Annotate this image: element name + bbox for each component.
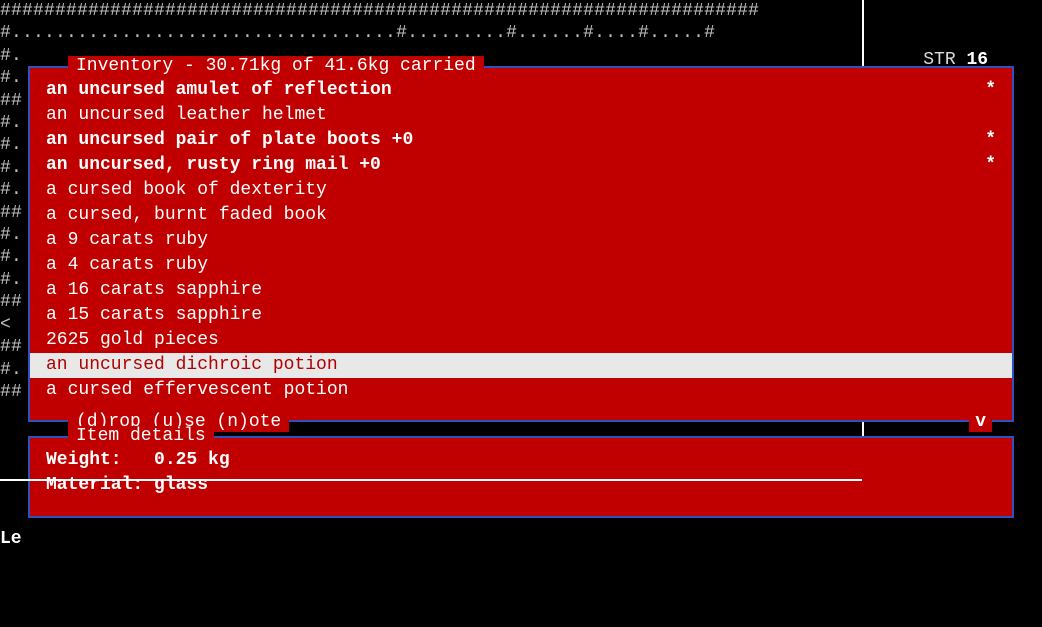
inventory-item[interactable]: an uncursed dichroic potion: [30, 353, 1012, 378]
inventory-item-label: an uncursed amulet of reflection: [46, 78, 392, 103]
inventory-item[interactable]: an uncursed pair of plate boots +0 *: [30, 128, 1012, 153]
inventory-item-label: a 16 carats sapphire: [46, 278, 262, 303]
inventory-item[interactable]: an uncursed leather helmet: [30, 103, 1012, 128]
inventory-item[interactable]: an uncursed amulet of reflection *: [30, 78, 1012, 103]
inventory-item-label: an uncursed pair of plate boots +0: [46, 128, 413, 153]
inventory-panel[interactable]: Inventory - 30.71kg of 41.6kg carried an…: [28, 66, 1014, 422]
inventory-item[interactable]: a cursed effervescent potion: [30, 378, 1012, 403]
message-log: Le Yo You master the spell dexterity. Yo…: [0, 434, 1042, 627]
inventory-item[interactable]: a 9 carats ruby: [30, 228, 1012, 253]
log-fragment: Le: [0, 528, 1042, 550]
inventory-item-label: a cursed book of dexterity: [46, 178, 327, 203]
inventory-item[interactable]: an uncursed, rusty ring mail +0 *: [30, 153, 1012, 178]
equipped-marker: *: [985, 153, 996, 178]
inventory-title: Inventory - 30.71kg of 41.6kg carried: [68, 56, 484, 76]
inventory-item-label: a 15 carats sapphire: [46, 303, 262, 328]
inventory-item-label: an uncursed, rusty ring mail +0: [46, 153, 381, 178]
inventory-item-label: a 4 carats ruby: [46, 253, 208, 278]
inventory-item[interactable]: a 16 carats sapphire: [30, 278, 1012, 303]
inventory-item-label: a cursed effervescent potion: [46, 378, 348, 403]
inventory-item-label: an uncursed dichroic potion: [46, 353, 338, 378]
log-separator: [0, 479, 862, 481]
inventory-item[interactable]: a cursed, burnt faded book: [30, 203, 1012, 228]
inventory-item-label: a cursed, burnt faded book: [46, 203, 327, 228]
inventory-item-label: 2625 gold pieces: [46, 328, 219, 353]
inventory-list[interactable]: an uncursed amulet of reflection*an uncu…: [30, 78, 1012, 410]
inventory-item[interactable]: a 15 carats sapphire: [30, 303, 1012, 328]
scroll-down-hint[interactable]: v: [969, 412, 992, 432]
inventory-item-label: a 9 carats ruby: [46, 228, 208, 253]
inventory-item[interactable]: a cursed book of dexterity: [30, 178, 1012, 203]
inventory-item[interactable]: a 4 carats ruby: [30, 253, 1012, 278]
equipped-marker: *: [985, 128, 996, 153]
equipped-marker: *: [985, 78, 996, 103]
game-screen: ########################################…: [0, 0, 1042, 627]
inventory-item[interactable]: 2625 gold pieces: [30, 328, 1012, 353]
inventory-item-label: an uncursed leather helmet: [46, 103, 327, 128]
